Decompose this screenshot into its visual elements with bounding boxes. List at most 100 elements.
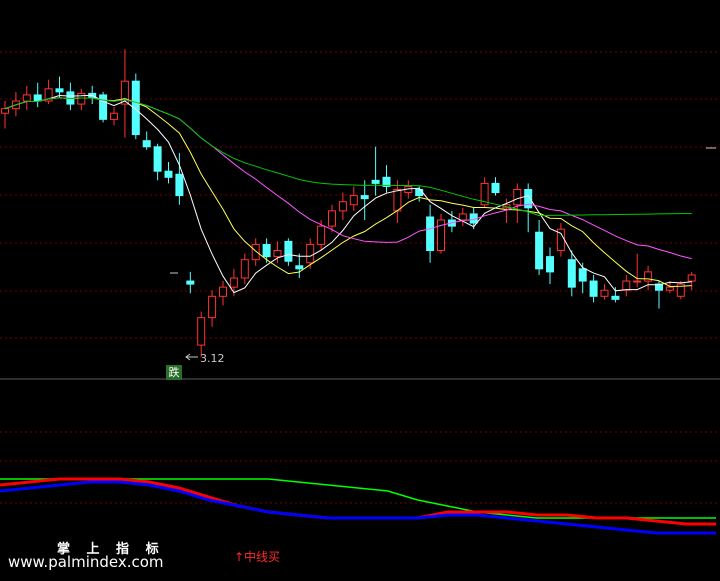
candle-body [360,195,369,200]
candle [164,162,173,184]
candle-body [491,182,500,194]
ma-line-40 [4,97,692,217]
indicator-line-blue [0,480,716,535]
candle [251,238,260,266]
candle-body [328,210,336,227]
candle-body [393,189,402,212]
candle-body [633,280,642,283]
candle-body [186,280,195,285]
candle-body [208,295,217,319]
candle [186,271,195,294]
candle [77,88,86,111]
candle-body [589,280,598,297]
ma-line-20 [4,97,692,260]
moving-average-lines [4,94,692,294]
candle [208,290,217,327]
candle [611,287,620,303]
indicator-line-green [0,478,716,519]
candle [426,204,435,263]
candle [687,271,696,291]
candle [546,247,554,285]
candle [600,284,609,300]
candle-body [284,240,293,262]
candle [295,253,304,278]
candle-body [622,280,631,291]
candle-body [306,243,315,264]
candle-body [295,265,304,270]
candle [120,49,129,138]
candle [55,76,64,98]
candle-body [687,274,696,282]
candle [556,223,565,257]
candle-body [665,286,674,291]
low-price-label: 3.12 [200,352,225,365]
candle-body [99,94,108,120]
candle [219,281,227,306]
candle [349,186,358,211]
stock-chart [0,49,720,535]
candle [1,101,9,129]
candle [338,192,347,221]
candle [524,183,533,233]
candle [393,180,402,224]
candle-body [546,256,554,273]
candle [142,131,151,150]
candle-body [535,231,544,270]
candle-body [371,179,380,184]
candle-body [567,259,576,288]
candle [33,82,42,108]
candle-body [197,317,206,346]
candle-body [273,250,282,258]
candle-body [77,92,86,105]
chart-grid [0,51,720,504]
candle-body [262,243,271,258]
candle-body [513,189,522,206]
candle [153,143,162,181]
candle-body [164,170,173,178]
candle [284,238,293,266]
candle [513,183,522,224]
candle [240,253,249,285]
candle-body [578,268,587,282]
candle-body [33,94,42,102]
candle-body [110,112,118,120]
candle [197,311,206,358]
candle [44,79,53,105]
indicator-lines [0,477,716,535]
candle [22,85,31,111]
candle [633,253,642,288]
candle [110,107,118,126]
candlestick-series [1,49,696,358]
ma-line-10 [4,97,692,288]
candle-body [175,173,184,197]
candle [535,220,544,275]
watermark-url: www.palmindex.com [8,553,164,571]
candle-body [426,216,435,252]
candle-body [22,94,31,102]
candle [131,73,140,140]
candle [437,213,445,254]
candle-body [600,289,609,297]
candle-body [229,277,238,288]
candle-body [611,295,620,300]
candle-body [55,88,64,93]
candle-body [415,189,424,197]
buy-signal-label: ↑中线买 [234,550,281,564]
candle-body [1,108,9,114]
candle [589,274,598,303]
candle-body [219,286,227,297]
candle-body [458,213,467,221]
candle [371,146,380,196]
candle [567,250,576,297]
candle-body [142,140,151,148]
candle-body [349,195,358,206]
candle-body [251,243,260,261]
ma-line-5 [4,94,692,294]
candle-body [338,201,347,212]
down-signal-badge: 跌 [166,365,182,380]
candle-body [317,225,326,245]
candle [644,265,653,291]
candle [622,274,631,297]
candle [491,177,500,196]
candle [382,165,391,193]
